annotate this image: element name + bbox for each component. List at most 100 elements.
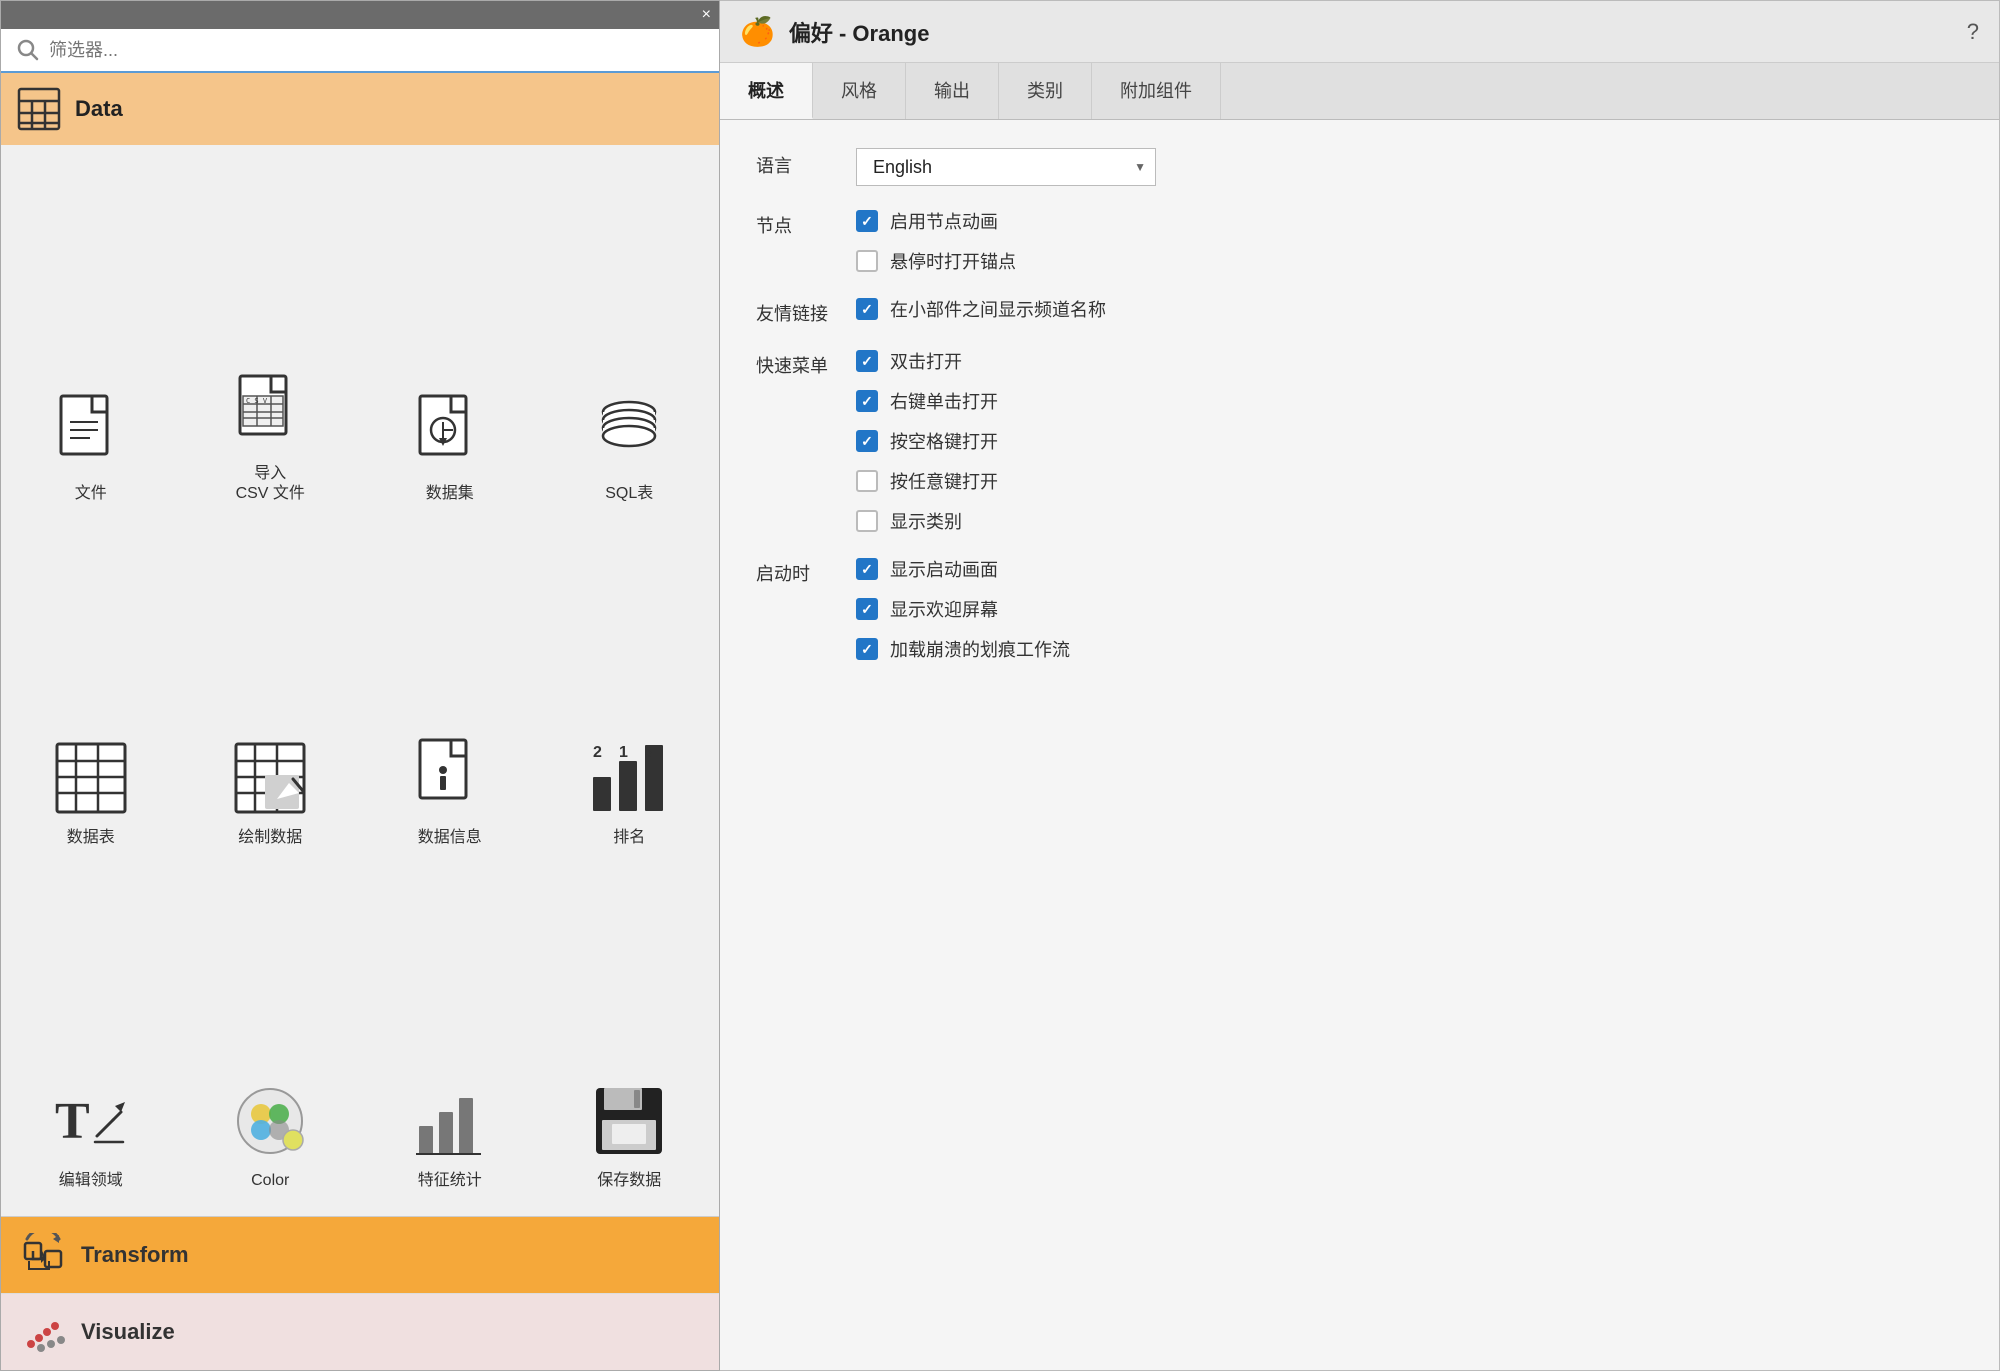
qm-option-3[interactable]: 按任意键打开 [856, 468, 1963, 494]
orange-logo: 🍊 [740, 15, 775, 48]
startup-controls: 显示启动画面 显示欢迎屏幕 加载崩溃的划痕工作流 [856, 556, 1963, 662]
startup-option-1[interactable]: 显示欢迎屏幕 [856, 596, 1963, 622]
tab-addons[interactable]: 附加组件 [1092, 63, 1221, 119]
search-bar [1, 29, 719, 73]
language-select-wrap: English 中文 [856, 148, 1156, 186]
qm-option-2-label: 按空格键打开 [890, 428, 998, 454]
node-checkbox-1[interactable] [856, 250, 878, 272]
close-button[interactable]: × [702, 7, 711, 23]
visualize-icon [21, 1310, 65, 1354]
transform-icon [21, 1233, 65, 1277]
widget-rank[interactable]: 2 1 3 排名 [540, 519, 720, 862]
data-category-header[interactable]: Data [1, 73, 719, 145]
search-input[interactable] [49, 40, 703, 61]
visualize-category[interactable]: Visualize [1, 1294, 719, 1370]
qm-option-3-label: 按任意键打开 [890, 468, 998, 494]
qm-option-2[interactable]: 按空格键打开 [856, 428, 1963, 454]
qm-checkbox-0[interactable] [856, 350, 878, 372]
svg-text:C S V: C S V [246, 397, 268, 405]
qm-option-1[interactable]: 右键单击打开 [856, 388, 1963, 414]
node-controls: 启用节点动画 悬停时打开锚点 [856, 208, 1963, 274]
links-option-0[interactable]: 在小部件之间显示频道名称 [856, 296, 1963, 322]
widget-file[interactable]: 文件 [1, 155, 181, 519]
widget-featurestats[interactable]: 特征统计 [360, 863, 540, 1206]
node-checkbox-0[interactable] [856, 210, 878, 232]
visualize-label: Visualize [81, 1319, 175, 1345]
widget-dataset[interactable]: 数据集 [360, 155, 540, 519]
node-option-0[interactable]: 启用节点动画 [856, 208, 1963, 234]
datatable-icon [51, 738, 131, 818]
quickmenu-label: 快速菜单 [756, 348, 836, 378]
transform-category[interactable]: Transform [1, 1217, 719, 1294]
widget-sql-label: SQL表 [605, 484, 653, 505]
featurestats-icon [410, 1081, 490, 1161]
widget-datatable-label: 数据表 [67, 828, 115, 849]
language-select[interactable]: English 中文 [856, 148, 1156, 186]
links-checkbox-0[interactable] [856, 298, 878, 320]
transform-label: Transform [81, 1242, 189, 1268]
widget-editdomain[interactable]: T 编辑领域 [1, 863, 181, 1206]
startup-option-0[interactable]: 显示启动画面 [856, 556, 1963, 582]
qm-checkbox-3[interactable] [856, 470, 878, 492]
quickmenu-controls: 双击打开 右键单击打开 按空格键打开 按任意键打开 显示类别 [856, 348, 1963, 534]
widget-paint-label: 绘制数据 [238, 828, 302, 849]
sql-icon [589, 394, 669, 474]
startup-option-2[interactable]: 加载崩溃的划痕工作流 [856, 636, 1963, 662]
tab-category[interactable]: 类别 [999, 63, 1092, 119]
qm-option-0-label: 双击打开 [890, 348, 962, 374]
datainfo-icon [410, 738, 490, 818]
startup-option-1-label: 显示欢迎屏幕 [890, 596, 998, 622]
help-button[interactable]: ? [1967, 19, 1979, 45]
data-category-icon [17, 87, 61, 131]
svg-text:3: 3 [645, 744, 653, 760]
widget-datatable[interactable]: 数据表 [1, 519, 181, 862]
data-category-label: Data [75, 96, 123, 122]
qm-option-4-label: 显示类别 [890, 508, 962, 534]
startup-checkbox-1[interactable] [856, 598, 878, 620]
left-panel: × Data [0, 0, 720, 1371]
startup-checkbox-0[interactable] [856, 558, 878, 580]
node-option-0-label: 启用节点动画 [890, 208, 998, 234]
tab-output[interactable]: 输出 [906, 63, 999, 119]
pref-title: 偏好 - Orange [789, 16, 1953, 48]
svg-text:T: T [55, 1093, 90, 1150]
node-label: 节点 [756, 208, 836, 238]
qm-checkbox-4[interactable] [856, 510, 878, 532]
tab-overview[interactable]: 概述 [720, 63, 813, 119]
language-row: 语言 English 中文 [756, 148, 1963, 186]
qm-checkbox-1[interactable] [856, 390, 878, 412]
editdomain-icon: T [51, 1081, 131, 1161]
csv-icon: C S V [230, 374, 310, 454]
svg-text:2: 2 [593, 744, 602, 761]
startup-checkbox-2[interactable] [856, 638, 878, 660]
widget-file-label: 文件 [75, 484, 107, 505]
tabs-bar: 概述 风格 输出 类别 附加组件 [720, 63, 1999, 120]
widget-editdomain-label: 编辑领域 [59, 1171, 123, 1192]
startup-option-0-label: 显示启动画面 [890, 556, 998, 582]
widget-dataset-label: 数据集 [426, 484, 474, 505]
language-label: 语言 [756, 148, 836, 178]
node-option-1-label: 悬停时打开锚点 [890, 248, 1016, 274]
widget-csv[interactable]: C S V 导入 CSV 文件 [181, 155, 361, 519]
qm-option-1-label: 右键单击打开 [890, 388, 998, 414]
widget-rank-label: 排名 [613, 828, 645, 849]
quickmenu-row: 快速菜单 双击打开 右键单击打开 按空格键打开 按任意键打开 [756, 348, 1963, 534]
qm-checkbox-2[interactable] [856, 430, 878, 452]
qm-option-0[interactable]: 双击打开 [856, 348, 1963, 374]
widget-datainfo-label: 数据信息 [418, 828, 482, 849]
file-icon [51, 394, 131, 474]
widget-sql[interactable]: SQL表 [540, 155, 720, 519]
widgets-grid: 文件 C S V 导入 CSV 文件 [1, 145, 719, 1216]
widget-csv-label: 导入 CSV 文件 [236, 464, 305, 506]
qm-option-4[interactable]: 显示类别 [856, 508, 1963, 534]
widget-datainfo[interactable]: 数据信息 [360, 519, 540, 862]
links-option-0-label: 在小部件之间显示频道名称 [890, 296, 1106, 322]
links-label: 友情链接 [756, 296, 836, 326]
dataset-icon [410, 394, 490, 474]
widget-paint[interactable]: 绘制数据 [181, 519, 361, 862]
widget-color[interactable]: Color [181, 863, 361, 1206]
tab-style[interactable]: 风格 [813, 63, 906, 119]
widget-savedata[interactable]: 保存数据 [540, 863, 720, 1206]
node-option-1[interactable]: 悬停时打开锚点 [856, 248, 1963, 274]
widget-featurestats-label: 特征统计 [418, 1171, 482, 1192]
